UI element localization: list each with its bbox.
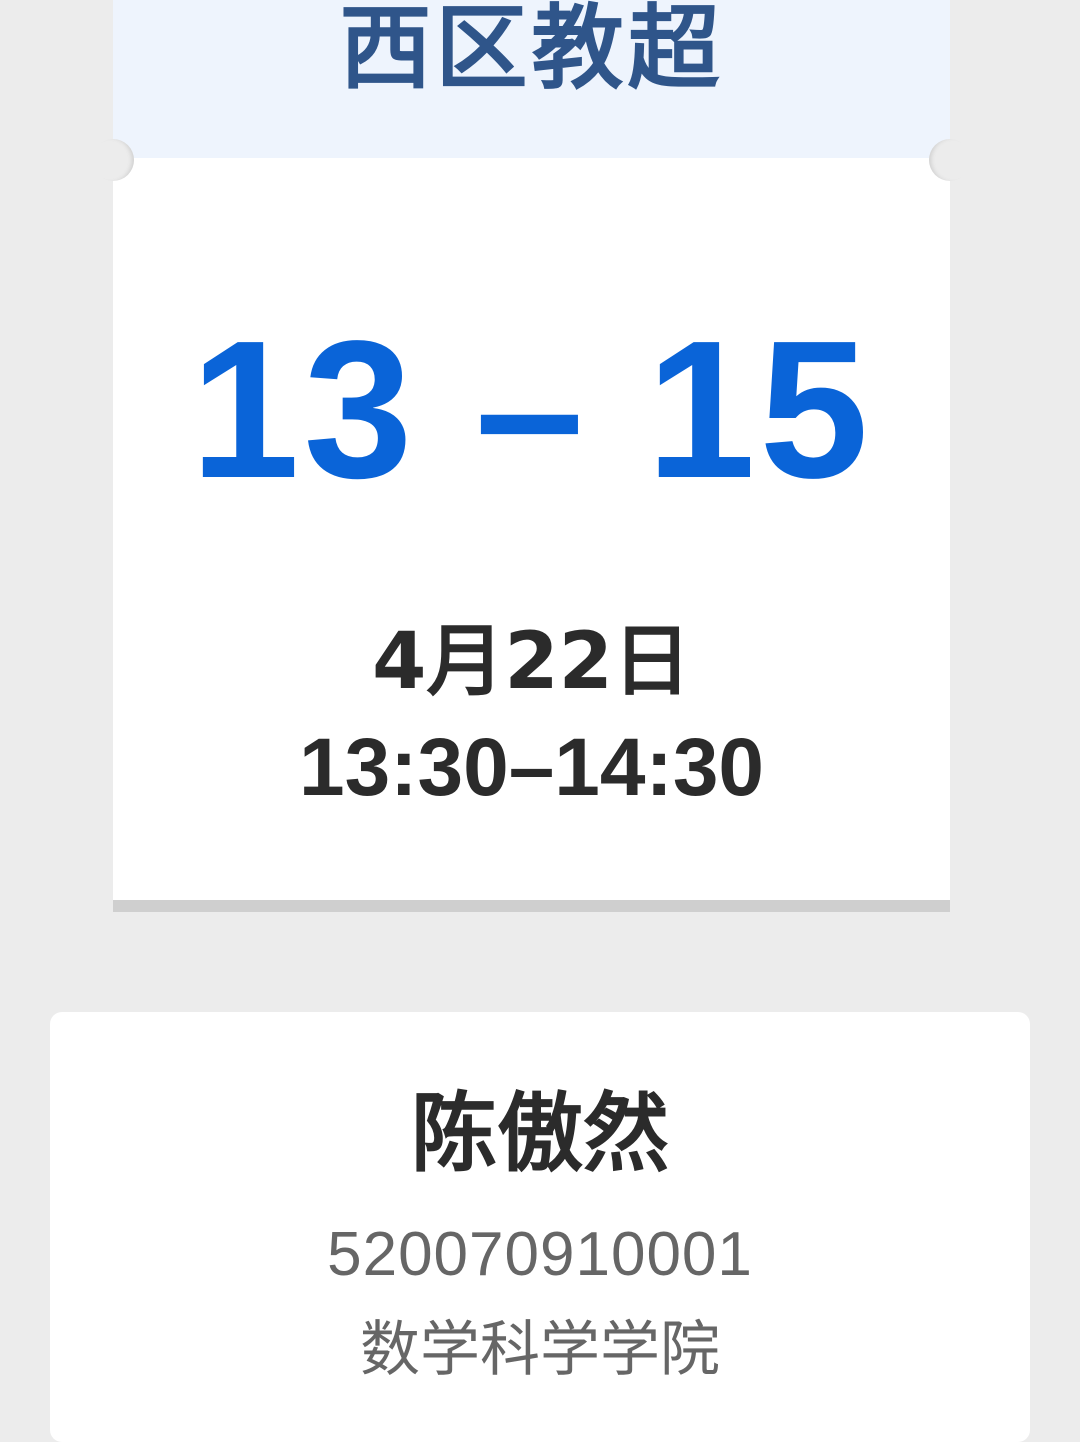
- student-id: 520070910001: [327, 1220, 753, 1289]
- student-department: 数学科学学院: [360, 1315, 720, 1385]
- ticket-date: 4月22日: [372, 617, 691, 707]
- ticket-card: 西区教超 13 – 15 4月22日 13:30–14:30: [92, 0, 971, 900]
- ticket-notch-right: [929, 139, 971, 181]
- location-title: 西区教超: [339, 0, 724, 102]
- period-range: 13 – 15: [190, 300, 873, 519]
- ticket-notch-left: [92, 139, 134, 181]
- ticket-time: 13:30–14:30: [298, 722, 765, 813]
- student-info-card: 陈傲然 520070910001 数学科学学院: [50, 1012, 1030, 1442]
- student-name: 陈傲然: [411, 1084, 669, 1184]
- ticket-header: 西区教超: [113, 0, 950, 158]
